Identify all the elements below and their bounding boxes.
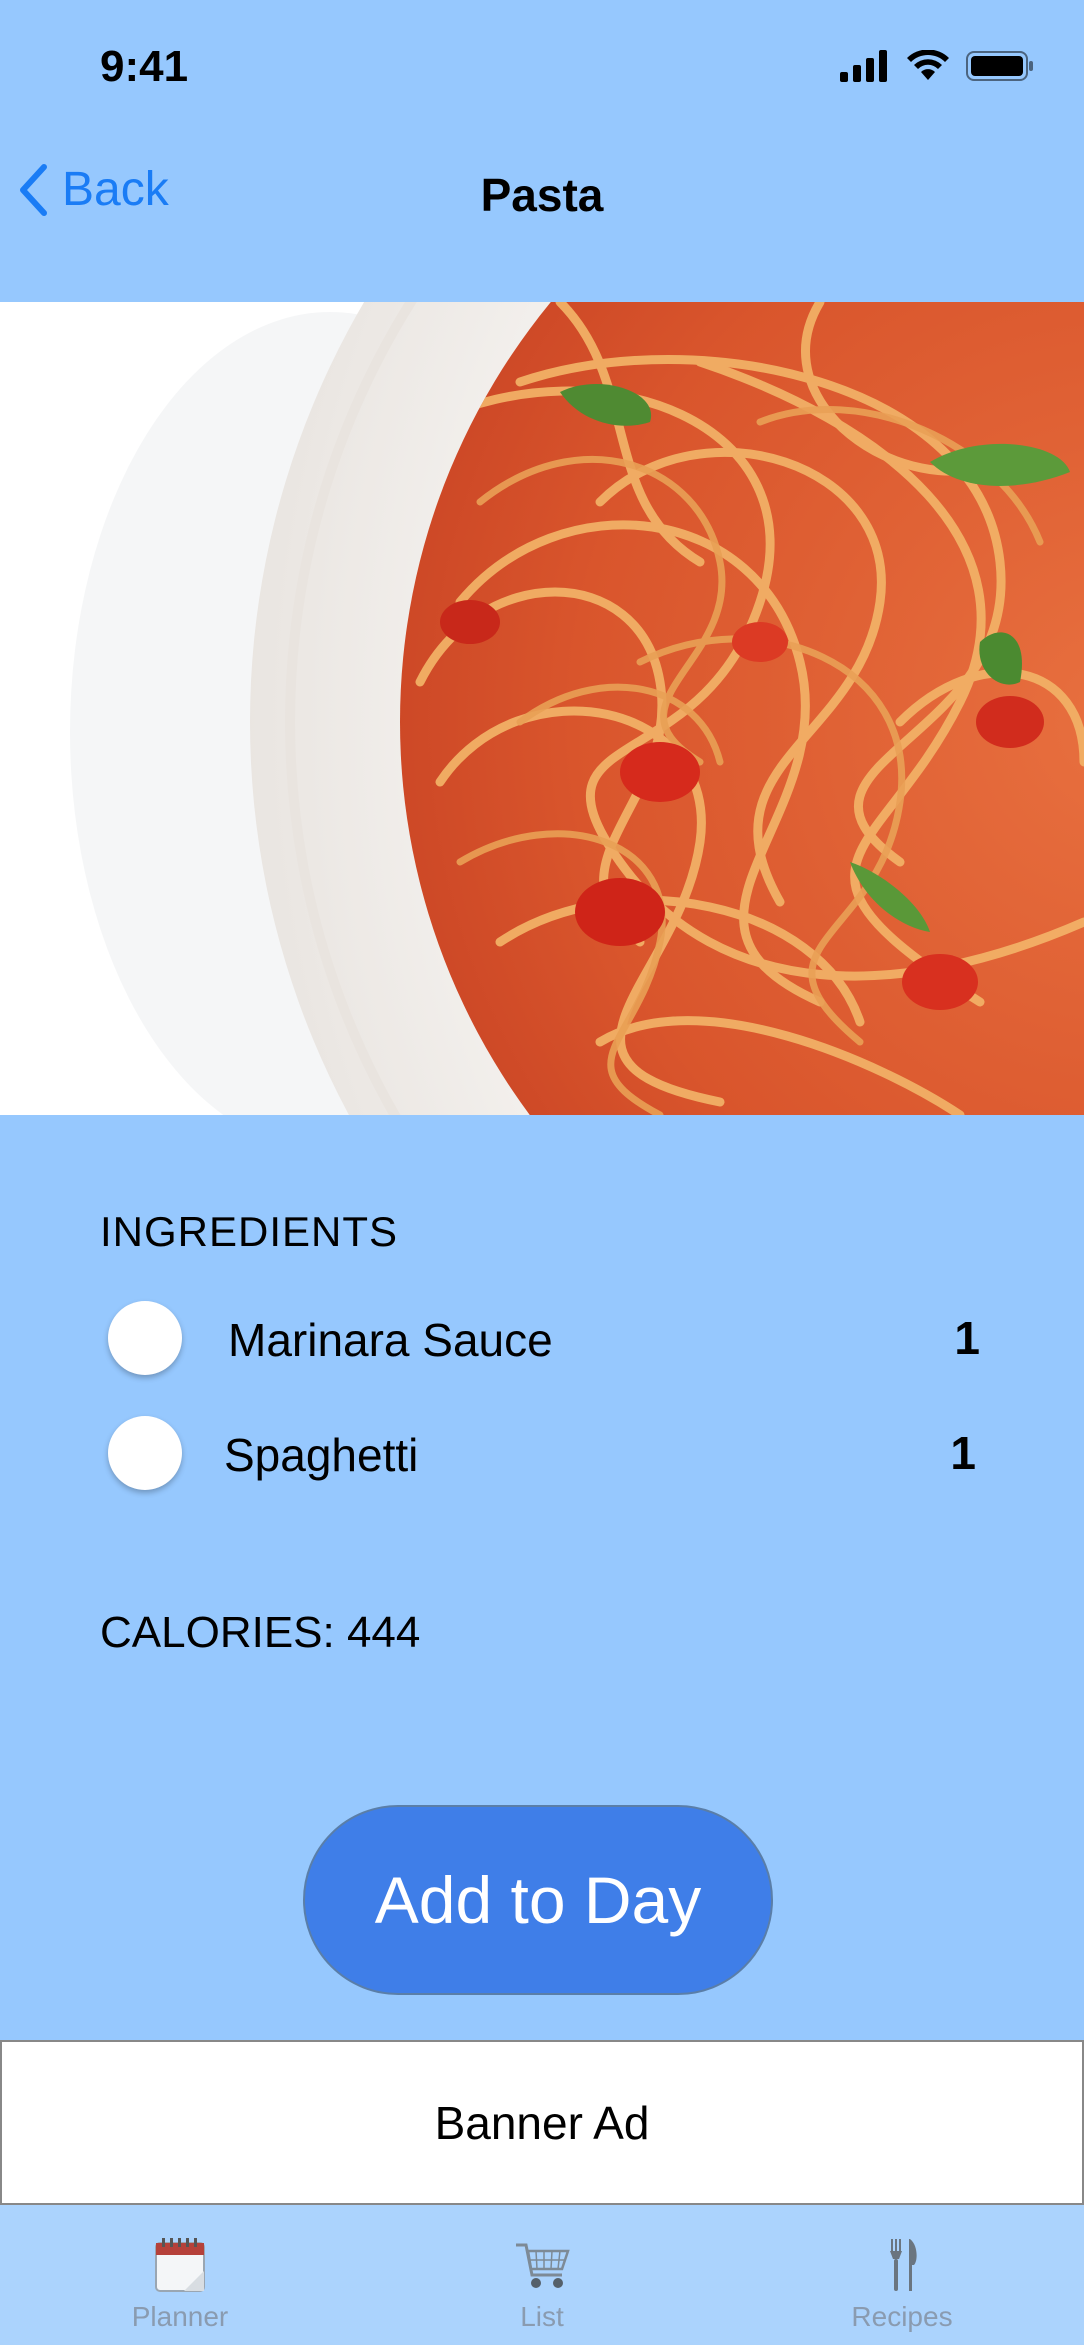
calories-label: CALORIES: 444 <box>100 1608 421 1657</box>
navigation-bar: Back Pasta <box>0 140 1084 290</box>
ingredient-row[interactable]: Marinara Sauce 1 <box>100 1293 980 1383</box>
tab-list-label: List <box>520 2301 564 2332</box>
tab-planner[interactable]: Planner <box>80 2205 280 2345</box>
battery-icon <box>966 51 1033 81</box>
ingredient-radio[interactable] <box>108 1416 182 1490</box>
tab-bar: Planner List Recipes <box>0 2205 1084 2345</box>
calendar-icon <box>155 2238 205 2292</box>
ingredient-quantity: 1 <box>950 1427 976 1479</box>
tab-recipes[interactable]: Recipes <box>802 2205 1002 2345</box>
ingredient-row[interactable]: Spaghetti 1 <box>100 1408 980 1498</box>
tab-list[interactable]: List <box>442 2205 642 2345</box>
ingredient-name: Marinara Sauce <box>228 1314 553 1366</box>
ingredients-heading: INGREDIENTS <box>100 1208 399 1255</box>
wifi-icon <box>907 50 949 80</box>
add-to-day-button[interactable]: Add to Day <box>303 1805 773 1995</box>
signal-icon <box>840 50 887 82</box>
status-bar: 9:41 <box>0 0 1084 140</box>
ingredient-quantity: 1 <box>954 1312 980 1364</box>
tab-recipes-label: Recipes <box>851 2301 953 2332</box>
status-time: 9:41 <box>100 42 189 91</box>
banner-ad[interactable]: Banner Ad <box>0 2040 1084 2205</box>
ingredient-name: Spaghetti <box>224 1429 419 1481</box>
cart-icon <box>516 2243 570 2288</box>
status-icons <box>840 50 1034 82</box>
fork-knife-icon <box>890 2239 917 2291</box>
tab-planner-label: Planner <box>131 2301 229 2332</box>
ingredient-radio[interactable] <box>108 1301 182 1375</box>
recipe-image <box>0 302 1084 1115</box>
page-title: Pasta <box>480 169 604 221</box>
banner-ad-label: Banner Ad <box>434 2096 650 2149</box>
